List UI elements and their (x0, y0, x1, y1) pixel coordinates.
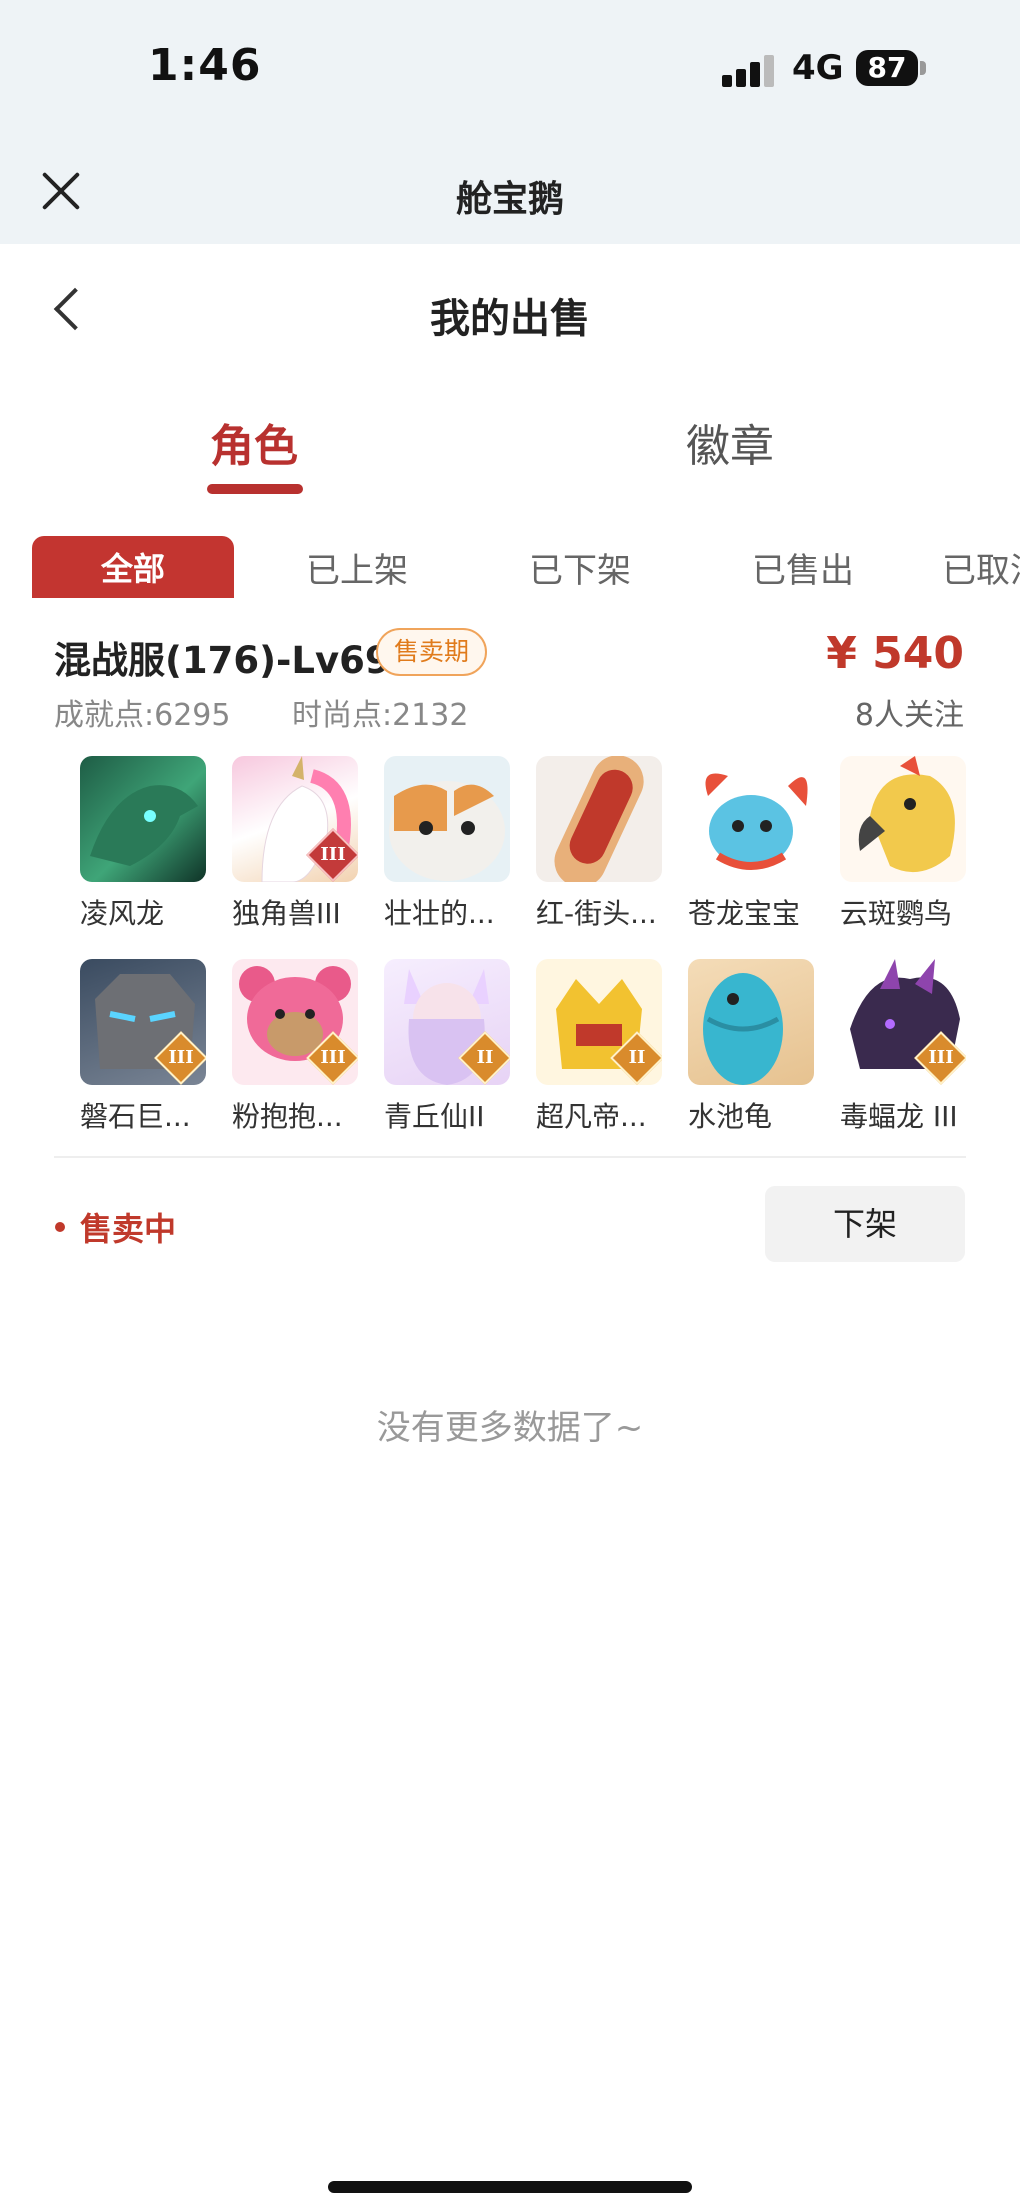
fox-fairy-icon: II (384, 959, 510, 1085)
active-tab-indicator (207, 484, 303, 494)
item-tile[interactable]: 水池龟 (688, 959, 814, 1135)
cat-icon (384, 756, 510, 882)
listing-title[interactable]: 混战服(176)-Lv69 (54, 630, 391, 684)
item-name: 毒蝠龙 III (840, 1100, 958, 1133)
item-name: 苍龙宝宝 (688, 897, 801, 930)
parrot-icon (840, 756, 966, 882)
item-name: 粉抱抱... (232, 1100, 343, 1133)
status-time: 1:46 (148, 40, 262, 91)
filter-sold[interactable]: 已售出 (752, 546, 854, 596)
signal-icon (722, 55, 778, 87)
dragon-icon (80, 756, 206, 882)
item-name: 青丘仙II (384, 1100, 485, 1133)
item-tile[interactable]: III 独角兽III (232, 756, 358, 932)
unicorn-icon: III (232, 756, 358, 882)
item-tile[interactable]: III 磐石巨... (80, 959, 206, 1135)
achievement-points: 成就点:6295 (54, 698, 231, 733)
item-tile[interactable]: 红-街头... (536, 756, 662, 932)
filter-delisted[interactable]: 已下架 (529, 546, 631, 596)
item-name: 独角兽III (232, 897, 341, 930)
item-tile[interactable]: 凌风龙 (80, 756, 206, 932)
item-name: 超凡帝... (536, 1100, 647, 1133)
filter-cancelled[interactable]: 已取消 (942, 546, 1020, 596)
bat-dragon-icon: III (840, 959, 966, 1085)
item-tile[interactable]: 壮壮的... (384, 756, 510, 932)
filter-all[interactable]: 全部 (32, 536, 234, 598)
fashion-points: 时尚点:2132 (292, 698, 469, 733)
battery-level: 87 (856, 50, 918, 86)
item-name: 凌风龙 (80, 897, 165, 930)
rock-golem-icon: III (80, 959, 206, 1085)
sale-period-badge: 售卖期 (376, 628, 488, 676)
item-name: 云斑鹦鸟 (840, 897, 953, 930)
pink-bear-icon: III (232, 959, 358, 1085)
delist-button[interactable]: 下架 (765, 1186, 965, 1262)
crown-icon: II (536, 959, 662, 1085)
listing-status: 售卖中 (80, 1210, 177, 1248)
app-title: 舱宝鹅 (455, 179, 564, 220)
item-name: 红-街头... (536, 897, 657, 930)
network-label: 4G (792, 48, 844, 88)
tab-badge[interactable]: 徽章 (600, 410, 860, 474)
item-tile[interactable]: III 粉抱抱... (232, 959, 358, 1135)
battery-icon: 87 (856, 50, 926, 88)
filter-listed[interactable]: 已上架 (306, 546, 408, 596)
no-more-data-text: 没有更多数据了~ (376, 1408, 644, 1448)
listing-price: ¥ 540 (826, 628, 964, 679)
tab-role[interactable]: 角色 (124, 410, 384, 474)
home-indicator[interactable] (328, 2181, 692, 2193)
item-tile[interactable]: 云斑鹦鸟 (840, 756, 966, 932)
baby-dragon-icon (688, 756, 814, 882)
item-name: 壮壮的... (384, 897, 495, 930)
page-title: 我的出售 (430, 296, 590, 342)
followers-count: 8人关注 (854, 698, 964, 733)
item-name: 磐石巨... (80, 1100, 191, 1133)
item-tile[interactable]: III 毒蝠龙 III (840, 959, 966, 1135)
skateboard-icon (536, 756, 662, 882)
status-dot-icon (55, 1222, 65, 1232)
divider (54, 1156, 966, 1158)
item-name: 水池龟 (688, 1100, 773, 1133)
item-tile[interactable]: II 青丘仙II (384, 959, 510, 1135)
turtle-icon (688, 959, 814, 1085)
item-tile[interactable]: II 超凡帝... (536, 959, 662, 1135)
item-tile[interactable]: 苍龙宝宝 (688, 756, 814, 932)
